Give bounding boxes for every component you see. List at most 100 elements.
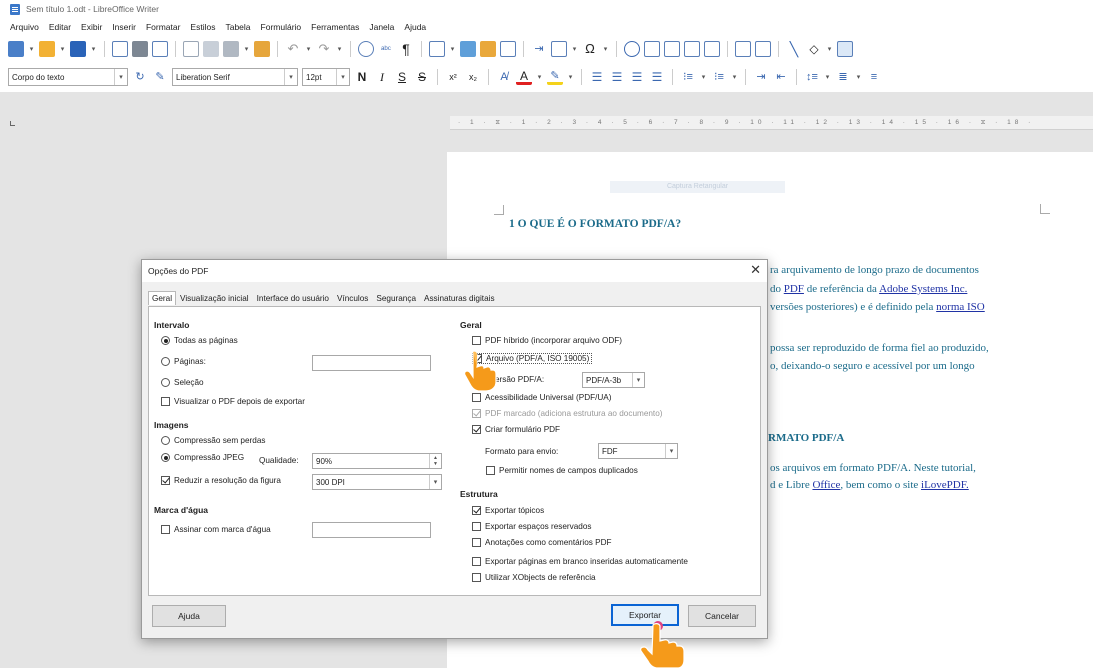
tab-vinculos[interactable]: Vínculos [333,291,372,305]
highlight-icon[interactable]: ✎ [547,69,563,85]
subscript-icon[interactable]: x₂ [465,69,481,85]
align-right-icon[interactable]: ☰ [629,69,645,85]
hyperlink-icon[interactable] [624,41,640,57]
check-comments-as-annotations[interactable]: Anotações como comentários PDF [472,538,612,547]
align-left-icon[interactable]: ☰ [589,69,605,85]
export-pdf-icon[interactable] [112,41,128,57]
underline-button[interactable]: S [394,70,410,84]
cross-reference-icon[interactable] [704,41,720,57]
line-spacing-icon[interactable]: ↕≡ [804,69,820,85]
radio-indicator[interactable] [161,336,170,345]
font-name-combo[interactable]: Liberation Serif ▾ [172,68,298,86]
radio-lossless[interactable]: Compressão sem perdas [161,436,265,445]
radio-selection[interactable]: Seleção [161,378,204,387]
align-center-icon[interactable]: ☰ [609,69,625,85]
checkbox-indicator[interactable] [472,557,481,566]
check-view-after-export[interactable]: Visualizar o PDF depois de exportar [161,397,305,406]
check-reference-xobjects[interactable]: Utilizar XObjects de referência [472,573,596,582]
bookmark-icon[interactable] [684,41,700,57]
chevron-down-icon[interactable]: ▾ [665,444,677,458]
footnote-icon[interactable] [644,41,660,57]
checkbox-indicator[interactable] [161,397,170,406]
chevron-down-icon[interactable]: ▾ [305,41,312,57]
radio-all-pages[interactable]: Todas as páginas [161,336,238,345]
redo-icon[interactable]: ↷ [316,41,332,57]
link-ilovepdf[interactable]: iLovePDF. [921,479,969,491]
chevron-down-icon[interactable]: ▾ [243,41,250,57]
cut-icon[interactable] [183,41,199,57]
cancel-button[interactable]: Cancelar [688,605,756,627]
insert-chart-icon[interactable] [480,41,496,57]
radio-indicator[interactable] [161,436,170,445]
submit-format-combo[interactable]: FDF ▾ [598,443,678,459]
checkbox-indicator[interactable] [472,538,481,547]
help-button[interactable]: Ajuda [152,605,226,627]
menu-janela[interactable]: Janela [369,22,394,32]
strikethrough-button[interactable]: S [414,70,430,84]
bold-button[interactable]: N [354,70,370,84]
italic-button[interactable]: I [374,70,390,85]
chevron-down-icon[interactable]: ▾ [536,69,543,85]
link-pdf[interactable]: PDF [784,283,804,295]
paste-icon[interactable] [223,41,239,57]
tab-interface-usuario[interactable]: Interface do usuário [253,291,333,305]
check-reduce-resolution[interactable]: Reduzir a resolução da figura [161,476,281,485]
check-export-placeholders[interactable]: Exportar espaços reservados [472,522,592,531]
chevron-down-icon[interactable]: ▾ [632,373,644,387]
spinner-arrows-icon[interactable]: ▲ ▼ [429,454,441,468]
chevron-down-icon[interactable]: ▾ [336,41,343,57]
chevron-down-icon[interactable]: ▾ [90,41,97,57]
new-document-icon[interactable] [8,41,24,57]
tab-visualizacao-inicial[interactable]: Visualização inicial [176,291,253,305]
chevron-down-icon[interactable]: ▾ [731,69,738,85]
increase-indent-icon[interactable]: ⇥ [753,69,769,85]
insert-image-icon[interactable] [460,41,476,57]
link-office[interactable]: Office [812,479,840,491]
chevron-down-icon[interactable]: ▾ [429,475,441,489]
insert-textbox-icon[interactable] [500,41,516,57]
radio-indicator[interactable] [161,357,170,366]
chevron-down-icon[interactable]: ▾ [826,41,833,57]
print-preview-icon[interactable] [152,41,168,57]
tab-seguranca[interactable]: Segurança [372,291,420,305]
checkbox-indicator[interactable] [161,525,170,534]
chevron-down-icon[interactable]: ▾ [336,69,349,85]
clear-formatting-icon[interactable]: A̸ [496,69,512,85]
checkbox-indicator[interactable] [472,336,481,345]
chevron-down-icon[interactable]: ▾ [114,69,127,85]
paragraph-dialog-icon[interactable]: ≡ [866,69,882,85]
insert-field-icon[interactable] [551,41,567,57]
clone-formatting-icon[interactable] [254,41,270,57]
checkbox-indicator[interactable] [161,476,170,485]
font-color-icon[interactable]: A [516,69,532,85]
tab-stop-icon[interactable] [10,121,15,126]
check-universal-accessibility[interactable]: Acessibilidade Universal (PDF/UA) [472,393,612,402]
print-icon[interactable] [132,41,148,57]
checkbox-indicator[interactable] [472,522,481,531]
chevron-down-icon[interactable]: ▾ [59,41,66,57]
page-break-icon[interactable]: ⇥ [531,41,547,57]
paragraph-spacing-icon[interactable]: ≣ [835,69,851,85]
numbered-list-icon[interactable]: ⁝≡ [711,69,727,85]
chevron-down-icon[interactable]: ▾ [824,69,831,85]
find-replace-icon[interactable] [358,41,374,57]
menu-arquivo[interactable]: Arquivo [10,22,39,32]
open-folder-icon[interactable] [39,41,55,57]
menu-formatar[interactable]: Formatar [146,22,180,32]
radio-pages[interactable]: Páginas: [161,357,206,366]
check-watermark[interactable]: Assinar com marca d'água [161,525,271,534]
chevron-down-icon[interactable]: ▾ [28,41,35,57]
chevron-down-icon[interactable]: ▾ [567,69,574,85]
chevron-down-icon[interactable]: ▾ [700,69,707,85]
pdfa-version-combo[interactable]: PDF/A-3b ▾ [582,372,645,388]
menu-exibir[interactable]: Exibir [81,22,102,32]
chevron-down-icon[interactable]: ▾ [571,41,578,57]
check-create-form[interactable]: Criar formulário PDF [472,425,560,434]
comment-icon[interactable] [735,41,751,57]
new-style-icon[interactable]: ✎ [152,69,168,85]
update-style-icon[interactable]: ↻ [132,69,148,85]
spelling-icon[interactable]: ᵃᵇᶜ [378,41,394,57]
checkbox-indicator[interactable] [486,466,495,475]
checkbox-indicator[interactable] [472,425,481,434]
chevron-down-icon[interactable]: ▾ [449,41,456,57]
